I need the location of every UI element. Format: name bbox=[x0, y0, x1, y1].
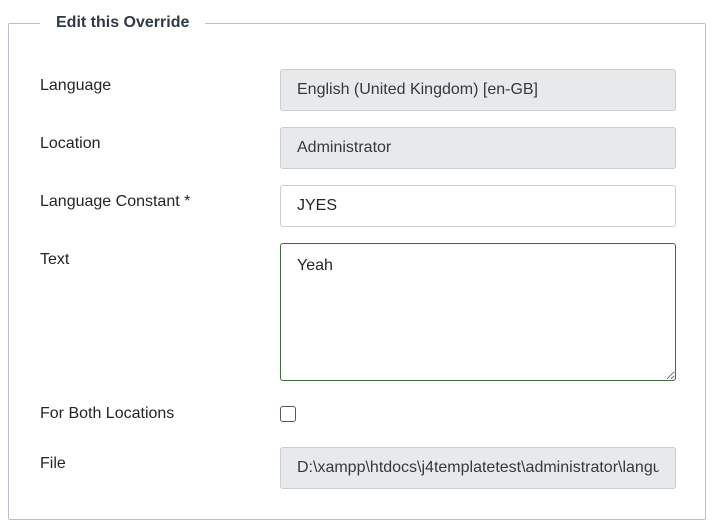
language-label: Language bbox=[40, 77, 112, 94]
language-constant-input[interactable] bbox=[280, 185, 676, 227]
fieldset-legend: Edit this Override bbox=[40, 13, 206, 33]
location-field bbox=[280, 127, 676, 169]
both-locations-checkbox[interactable] bbox=[280, 406, 296, 422]
both-locations-label: For Both Locations bbox=[40, 405, 175, 422]
text-label: Text bbox=[40, 251, 70, 268]
language-constant-label: Language Constant * bbox=[40, 193, 191, 210]
language-field bbox=[280, 69, 676, 111]
file-label: File bbox=[40, 455, 66, 472]
location-label: Location bbox=[40, 135, 101, 152]
file-field bbox=[280, 447, 676, 489]
text-textarea[interactable]: Yeah bbox=[280, 243, 676, 381]
